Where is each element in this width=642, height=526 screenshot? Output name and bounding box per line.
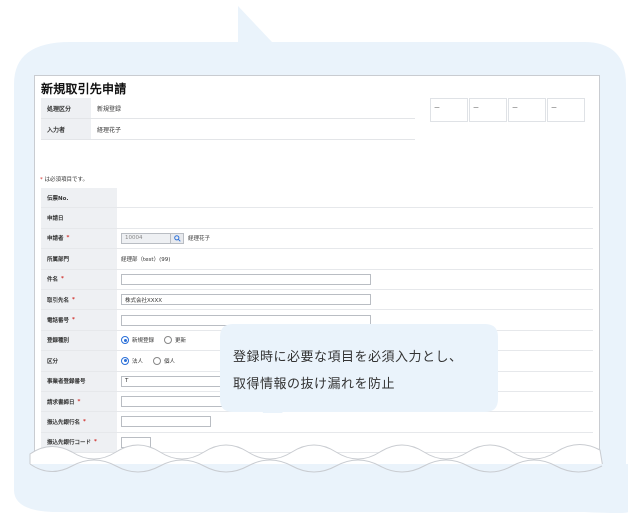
field-label: 請求書締日 * bbox=[41, 391, 117, 412]
torn-edge-decoration bbox=[14, 444, 628, 513]
header-label: 処理区分 bbox=[41, 98, 91, 118]
applicant-name: 経理花子 bbox=[188, 236, 211, 243]
field-row-apply-date: 申請日 bbox=[41, 208, 593, 229]
field-value: 10004 経理花子 bbox=[117, 229, 593, 248]
field-label-text: 電話番号 bbox=[47, 318, 70, 325]
required-mark: * bbox=[77, 398, 81, 405]
field-row-partner-name: 取引先名 * 株式会社XXXX bbox=[41, 289, 593, 311]
field-row-applicant: 申請者 * 10004 経理花子 bbox=[41, 228, 593, 250]
field-label: 伝票No. bbox=[41, 188, 117, 208]
field-label-text: 請求書締日 bbox=[47, 399, 75, 406]
field-label-text: 振込先銀行名 bbox=[47, 419, 81, 426]
field-value bbox=[117, 188, 593, 207]
field-label: 申請者 * bbox=[41, 228, 117, 249]
field-label: 電話番号 * bbox=[41, 310, 117, 330]
partner-name-input[interactable]: 株式会社XXXX bbox=[121, 294, 371, 306]
field-label: 振込先銀行名 * bbox=[41, 412, 117, 432]
required-mark: * bbox=[72, 317, 75, 324]
callout-line-2: 取得情報の抜け漏れを防止 bbox=[233, 377, 396, 392]
radio-label: 更新 bbox=[175, 338, 187, 345]
approval-cell: ー bbox=[547, 98, 585, 122]
field-value: 株式会社XXXX bbox=[117, 290, 593, 309]
department-value: 経理部（test）(99) bbox=[121, 256, 171, 263]
header-label: 入力者 bbox=[41, 119, 91, 139]
applicant-code-input[interactable]: 10004 bbox=[121, 232, 171, 244]
form-title: 新規取引先申請 bbox=[41, 82, 127, 96]
field-label: 申請日 bbox=[41, 208, 117, 228]
field-label-text: 申請者 bbox=[47, 236, 64, 243]
field-label: 件名 * bbox=[41, 269, 117, 289]
radio-dot bbox=[121, 336, 129, 345]
reg-type-radio-update[interactable]: 更新 bbox=[164, 336, 187, 345]
approval-cell: ー bbox=[508, 98, 546, 122]
approval-cell: ー bbox=[469, 98, 507, 122]
reg-type-radio-new[interactable]: 新規登録 bbox=[121, 336, 155, 345]
radio-label: 法人 bbox=[132, 358, 144, 365]
approval-cell: ー bbox=[430, 98, 468, 122]
field-row-slip-no: 伝票No. bbox=[41, 188, 593, 209]
required-note-text: は必須項目です。 bbox=[42, 177, 88, 183]
required-mark: * bbox=[61, 276, 64, 283]
radio-dot bbox=[121, 356, 129, 365]
field-label: 事業者登録番号 bbox=[41, 371, 117, 391]
applicant-search-button[interactable] bbox=[170, 232, 184, 244]
category-radio-individual[interactable]: 個人 bbox=[153, 356, 176, 365]
required-mark: * bbox=[72, 296, 75, 303]
header-value: 経理花子 bbox=[91, 119, 415, 139]
subject-input[interactable] bbox=[121, 273, 371, 285]
header-row-inputter: 入力者 経理花子 bbox=[41, 119, 415, 140]
field-label: 登録種別 bbox=[41, 330, 117, 351]
field-row-department: 所属部門 経理部（test）(99) bbox=[41, 249, 593, 270]
required-mark: * bbox=[66, 235, 70, 242]
header-row-process-type: 処理区分 新規登録 bbox=[41, 98, 415, 119]
form-fields: 伝票No. 申請日 申請者 * 10004 経理花子 所属部門 経理部（test）… bbox=[41, 188, 593, 454]
radio-dot bbox=[153, 356, 162, 365]
approval-stamp-cells: ー ー ー ー bbox=[429, 98, 585, 122]
radio-label: 新規登録 bbox=[132, 338, 155, 345]
radio-dot bbox=[164, 336, 173, 345]
header-value: 新規登録 bbox=[91, 98, 415, 118]
field-label-text: 件名 bbox=[47, 277, 59, 284]
field-value bbox=[117, 270, 593, 289]
callout-line-1: 登録時に必要な項目を必須入力とし、 bbox=[233, 350, 463, 365]
field-label: 取引先名 * bbox=[41, 289, 117, 310]
field-row-subject: 件名 * bbox=[41, 269, 593, 290]
field-label: 所属部門 bbox=[41, 249, 117, 269]
bank-name-input[interactable] bbox=[121, 416, 211, 428]
field-label-text: 取引先名 bbox=[47, 297, 70, 304]
required-note: * は必須項目です。 bbox=[40, 175, 88, 183]
field-label: 区分 bbox=[41, 351, 117, 371]
category-radio-corporate[interactable]: 法人 bbox=[121, 356, 144, 365]
radio-label: 個人 bbox=[164, 358, 176, 365]
field-value bbox=[117, 208, 593, 227]
search-icon bbox=[173, 235, 181, 242]
required-mark: * bbox=[83, 418, 86, 425]
callout-text: 登録時に必要な項目を必須入力とし、 取得情報の抜け漏れを防止 bbox=[233, 344, 503, 398]
header-info-table: 処理区分 新規登録 入力者 経理花子 bbox=[41, 98, 415, 140]
field-value bbox=[117, 412, 593, 431]
